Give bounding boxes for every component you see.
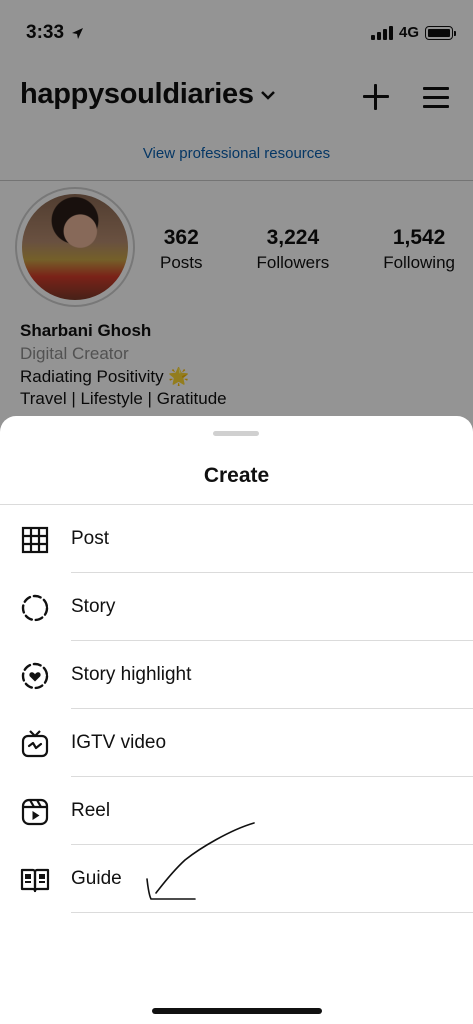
menu-item-label: Story highlight	[71, 664, 192, 685]
create-story-item[interactable]: Story	[0, 573, 473, 641]
menu-item-label: IGTV video	[71, 732, 167, 753]
menu-item-label: Guide	[71, 868, 122, 889]
story-dashed-circle-icon	[21, 594, 49, 622]
grid-icon	[21, 526, 49, 554]
guide-book-icon	[20, 868, 50, 893]
create-reel-item[interactable]: Reel	[0, 777, 473, 845]
create-igtv-item[interactable]: IGTV video	[0, 709, 473, 777]
create-bottom-sheet: Create Post Story Story highlight IGTV v…	[0, 416, 473, 1024]
story-highlight-heart-icon	[21, 662, 49, 690]
menu-item-label: Post	[71, 528, 110, 549]
menu-item-label: Reel	[71, 800, 111, 821]
create-story-highlight-item[interactable]: Story highlight	[0, 641, 473, 709]
reel-icon	[21, 798, 49, 826]
divider	[71, 912, 473, 913]
create-post-item[interactable]: Post	[0, 505, 473, 573]
sheet-grabber[interactable]	[213, 431, 259, 436]
sheet-title: Create	[203, 464, 270, 487]
create-guide-item[interactable]: Guide	[0, 845, 473, 913]
home-indicator[interactable]	[152, 1008, 322, 1014]
igtv-icon	[21, 730, 49, 758]
menu-item-label: Story	[71, 596, 116, 617]
